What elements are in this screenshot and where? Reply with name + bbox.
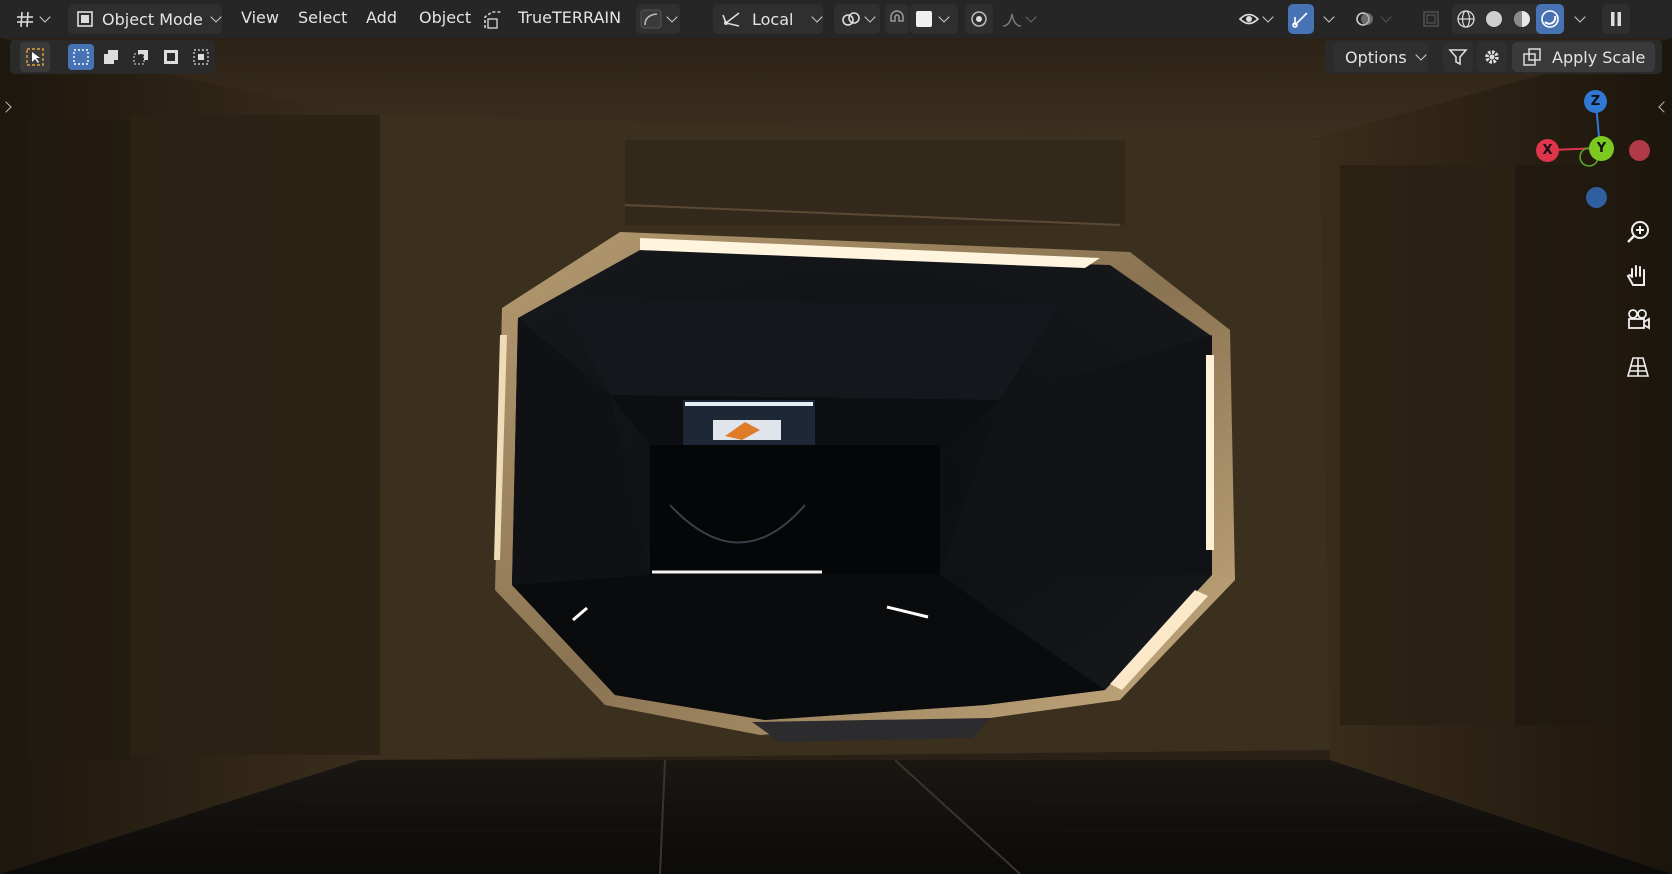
right-tool-settings: Options Apply Scale: [1325, 40, 1662, 74]
chevron-down-icon: [1380, 10, 1392, 23]
3d-viewport[interactable]: [0, 0, 1672, 874]
pan-button[interactable]: [1623, 261, 1653, 291]
snap-increment-icon: [916, 11, 932, 27]
chevron-down-icon: [39, 10, 51, 23]
camera-view-button[interactable]: [1623, 305, 1653, 335]
object-visibility-selector[interactable]: [1234, 4, 1276, 34]
gizmo-axis-neg-x[interactable]: [1629, 140, 1650, 161]
filter-icon: [1448, 47, 1468, 67]
xray-toggle[interactable]: [1418, 4, 1444, 34]
mode-label: Object Mode: [102, 9, 203, 29]
menu-object[interactable]: Object: [419, 8, 471, 27]
solid-shading-icon[interactable]: [1480, 9, 1508, 29]
overlays-icon: [1354, 9, 1376, 29]
apply-scale-label: Apply Scale: [1552, 47, 1646, 67]
falloff-selector[interactable]: [997, 4, 1041, 34]
viewport-editor-icon: [14, 9, 36, 29]
apply-scale-icon: [1522, 47, 1542, 67]
editor-type-selector[interactable]: [14, 4, 58, 34]
chevron-down-icon: [666, 10, 678, 23]
gizmo-dropdown[interactable]: [1318, 4, 1340, 34]
chevron-down-icon: [1262, 10, 1274, 23]
pause-icon: [1608, 10, 1624, 28]
zoom-button[interactable]: [1623, 217, 1653, 247]
material-preview-icon[interactable]: [1508, 9, 1536, 29]
filter-button[interactable]: [1443, 42, 1473, 72]
shading-mode-group: [1452, 4, 1564, 34]
falloff-curve-icon: [1001, 9, 1023, 29]
select-mode-new-icon[interactable]: [68, 44, 94, 70]
blender-window: Object Mode View Select Add Object TrueT…: [0, 0, 1672, 874]
terrain-addon-icon[interactable]: [482, 9, 504, 31]
viewport-header: Object Mode View Select Add Object TrueT…: [0, 0, 1672, 38]
perspective-toggle-button[interactable]: [1623, 352, 1653, 382]
tool-settings-bar: [10, 40, 215, 74]
gizmo-axis-neg-z[interactable]: [1586, 187, 1607, 208]
camera-icon: [1625, 307, 1651, 333]
select-mode-subtract-icon[interactable]: [128, 44, 154, 70]
overlays-toggle[interactable]: [1352, 4, 1396, 34]
gizmo-toggle[interactable]: [1288, 4, 1314, 34]
proportional-editing-toggle[interactable]: [965, 4, 993, 34]
wireframe-shading-icon[interactable]: [1452, 9, 1480, 29]
hand-icon: [1625, 263, 1651, 289]
mode-selector[interactable]: Object Mode: [68, 4, 222, 34]
menu-view[interactable]: View: [241, 8, 279, 27]
apply-scale-button[interactable]: Apply Scale: [1512, 42, 1655, 72]
gizmo-icon: [1291, 9, 1311, 29]
eye-icon: [1238, 9, 1260, 29]
chevron-down-icon: [938, 10, 950, 23]
chevron-down-icon: [864, 10, 876, 23]
pause-render-button[interactable]: [1602, 4, 1630, 34]
menu-add[interactable]: Add: [366, 8, 397, 27]
snap-toggle[interactable]: [885, 4, 909, 34]
options-label: Options: [1345, 47, 1407, 67]
settings-button[interactable]: [1477, 42, 1507, 72]
menu-trueterrain[interactable]: TrueTERRAIN: [518, 8, 621, 27]
select-tool-icon[interactable]: [20, 42, 50, 72]
object-mode-icon: [76, 10, 94, 28]
gizmo-axis-x[interactable]: X: [1536, 139, 1559, 162]
gizmo-axis-y[interactable]: Y: [1589, 136, 1614, 161]
local-orientation-icon: [721, 9, 743, 29]
proportional-edit-icon: [969, 9, 989, 29]
gizmo-axis-z[interactable]: Z: [1584, 90, 1607, 113]
zoom-icon: [1625, 219, 1651, 245]
gear-icon: [1482, 47, 1502, 67]
navigation-gizmo[interactable]: Z Y X: [1530, 90, 1650, 210]
snap-target-selector[interactable]: [910, 4, 958, 34]
select-mode-extend-icon[interactable]: [98, 44, 124, 70]
shading-options-dropdown[interactable]: [1568, 4, 1592, 34]
chevron-down-icon: [210, 10, 222, 23]
grid-perspective-icon: [1625, 354, 1651, 380]
xray-icon: [1422, 10, 1440, 28]
chevron-down-icon: [1415, 48, 1427, 61]
pivot-icon: [840, 9, 862, 29]
transform-orientation-label: Local: [752, 9, 794, 29]
options-dropdown[interactable]: Options: [1333, 42, 1428, 72]
rendered-shading-icon[interactable]: [1536, 4, 1564, 34]
chevron-down-icon: [811, 10, 824, 23]
chevron-down-icon: [1574, 10, 1586, 23]
select-mode-intersect-icon[interactable]: [188, 44, 214, 70]
curve-dropdown[interactable]: [636, 4, 680, 34]
menu-select[interactable]: Select: [298, 8, 347, 27]
curve-icon: [640, 9, 662, 29]
chevron-down-icon: [1025, 10, 1037, 23]
viewport-render: [0, 0, 1672, 874]
select-mode-invert-icon[interactable]: [158, 44, 184, 70]
chevron-down-icon: [1323, 10, 1335, 23]
magnet-icon: [887, 9, 907, 29]
pivot-point-selector[interactable]: [834, 4, 880, 34]
transform-orientation-selector[interactable]: Local: [713, 4, 824, 34]
